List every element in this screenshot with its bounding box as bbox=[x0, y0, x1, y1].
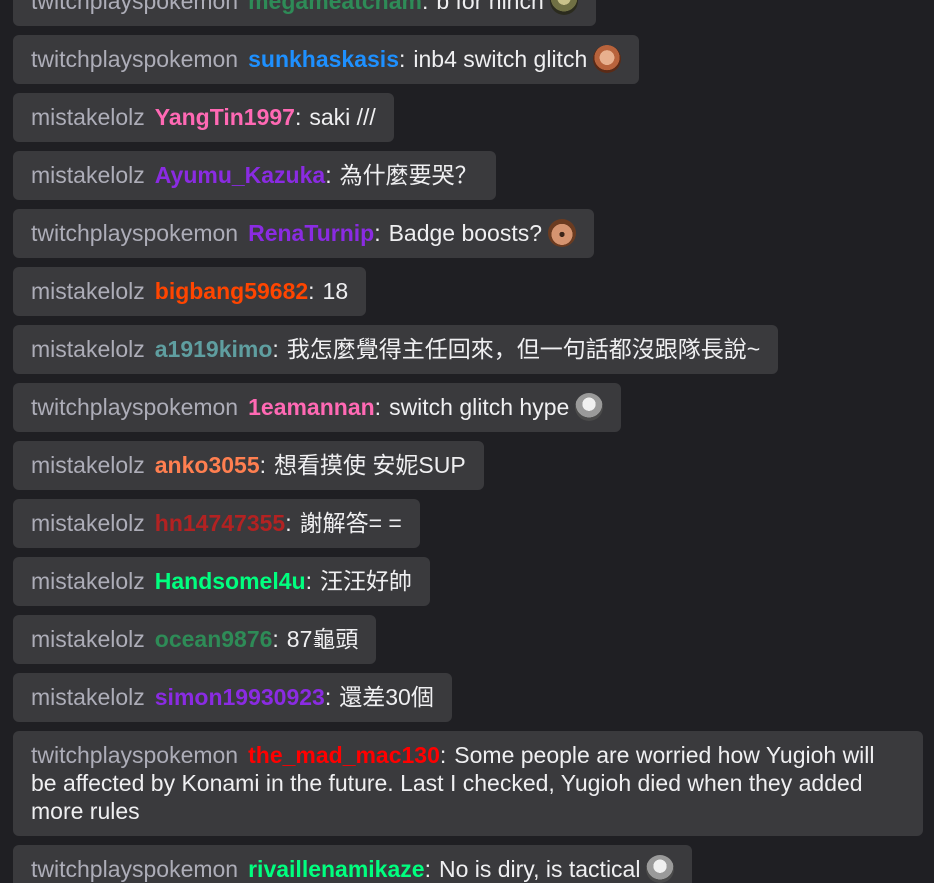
message-text: 87龜頭 bbox=[286, 626, 359, 652]
chat-log[interactable]: twitchplayspokemon megameatcham: b for hin… bbox=[0, 0, 934, 883]
chat-message: twitchplayspokemon 1eamannan: switch glitc… bbox=[13, 383, 622, 432]
username[interactable]: 1eamannan bbox=[248, 394, 375, 420]
channel-name[interactable]: mistakelolz bbox=[31, 568, 145, 594]
chat-message: twitchplayspokemon RenaTurnip: Badge boost… bbox=[13, 209, 595, 258]
username[interactable]: the_mad_mac130 bbox=[248, 742, 440, 768]
chat-message: twitchplayspokemon megameatcham: b for hin… bbox=[13, 0, 596, 26]
chat-message: mistakelolz simon19930923: 還差30個 bbox=[13, 673, 452, 722]
separator: : bbox=[421, 0, 429, 14]
channel-name[interactable]: mistakelolz bbox=[31, 452, 145, 478]
message-text: 還差30個 bbox=[339, 684, 434, 710]
message-text: 汪汪好帥 bbox=[319, 568, 412, 594]
channel-name[interactable]: mistakelolz bbox=[31, 104, 145, 130]
separator: : bbox=[374, 220, 381, 246]
chat-message: twitchplayspokemon the_mad_mac130: Some pe… bbox=[13, 731, 923, 836]
chat-message: mistakelolz ocean9876: 87龜頭 bbox=[13, 615, 377, 664]
channel-name[interactable]: mistakelolz bbox=[31, 278, 145, 304]
chat-message: twitchplayspokemon sunkhaskasis: inb4 swit… bbox=[13, 35, 640, 84]
separator: : bbox=[294, 104, 302, 130]
message-text: No is diry, is tactical bbox=[438, 856, 641, 882]
separator: : bbox=[439, 742, 447, 768]
message-text: b for hinch bbox=[436, 0, 544, 14]
chat-message: twitchplayspokemon rivaillenamikaze: No is… bbox=[13, 845, 693, 883]
separator: : bbox=[259, 452, 267, 478]
message-text: inb4 switch glitch bbox=[413, 46, 588, 72]
separator: : bbox=[398, 46, 406, 72]
channel-name[interactable]: twitchplayspokemon bbox=[31, 220, 238, 246]
username[interactable]: simon19930923 bbox=[155, 684, 325, 710]
username[interactable]: rivaillenamikaze bbox=[248, 856, 424, 882]
pogchamp-face-icon bbox=[548, 218, 577, 247]
message-list: twitchplayspokemon megameatcham: b for hin… bbox=[13, 0, 925, 883]
message-text: saki /// bbox=[309, 104, 376, 130]
message-text: Badge boosts? bbox=[388, 220, 543, 246]
separator: : bbox=[308, 278, 315, 304]
username[interactable]: bigbang59682 bbox=[155, 278, 308, 304]
channel-name[interactable]: twitchplayspokemon bbox=[31, 742, 238, 768]
separator: : bbox=[374, 394, 382, 420]
username[interactable]: sunkhaskasis bbox=[248, 46, 399, 72]
chat-message: mistakelolz bigbang59682: 18 bbox=[13, 267, 367, 316]
channel-name[interactable]: mistakelolz bbox=[31, 684, 145, 710]
separator: : bbox=[325, 162, 332, 188]
chat-message: mistakelolz hn14747355: 謝解答= = bbox=[13, 499, 420, 548]
message-text: 18 bbox=[322, 278, 349, 304]
channel-name[interactable]: twitchplayspokemon bbox=[31, 46, 238, 72]
message-text: 我怎麼覺得主任回來，但一句話都沒跟隊長說~ bbox=[286, 336, 761, 362]
channel-name[interactable]: mistakelolz bbox=[31, 336, 145, 362]
chat-message: mistakelolz YangTin1997: saki /// bbox=[13, 93, 394, 142]
message-text: 謝解答= = bbox=[299, 510, 402, 536]
channel-name[interactable]: mistakelolz bbox=[31, 510, 145, 536]
channel-name[interactable]: twitchplayspokemon bbox=[31, 856, 238, 882]
chat-message: mistakelolz anko3055: 想看摸使 安妮SUP bbox=[13, 441, 484, 490]
channel-name[interactable]: twitchplayspokemon bbox=[31, 0, 238, 14]
chat-message: mistakelolz Handsomel4u: 汪汪好帥 bbox=[13, 557, 430, 606]
separator: : bbox=[285, 510, 292, 536]
chat-message: mistakelolz a1919kimo: 我怎麼覺得主任回來，但一句話都沒跟隊長… bbox=[13, 325, 779, 374]
message-text: switch glitch hype bbox=[389, 394, 570, 420]
kappa-face-icon bbox=[575, 392, 604, 421]
rage-face-icon bbox=[549, 0, 578, 15]
chat-message: mistakelolz Ayumu_Kazuka: 為什麼要哭？ bbox=[13, 151, 496, 200]
username[interactable]: YangTin1997 bbox=[155, 104, 295, 130]
username[interactable]: anko3055 bbox=[155, 452, 260, 478]
separator: : bbox=[272, 336, 279, 362]
username[interactable]: megameatcham bbox=[248, 0, 422, 14]
kappa-face-icon bbox=[646, 854, 675, 883]
separator: : bbox=[272, 626, 279, 652]
kreygasm-face-icon bbox=[593, 44, 622, 73]
username[interactable]: Ayumu_Kazuka bbox=[155, 162, 325, 188]
channel-name[interactable]: mistakelolz bbox=[31, 162, 145, 188]
separator: : bbox=[324, 684, 332, 710]
channel-name[interactable]: mistakelolz bbox=[31, 626, 145, 652]
channel-name[interactable]: twitchplayspokemon bbox=[31, 394, 238, 420]
message-text: 為什麼要哭？ bbox=[339, 162, 478, 188]
username[interactable]: hn14747355 bbox=[155, 510, 285, 536]
username[interactable]: ocean9876 bbox=[155, 626, 273, 652]
username[interactable]: Handsomel4u bbox=[155, 568, 306, 594]
username[interactable]: RenaTurnip bbox=[248, 220, 374, 246]
username[interactable]: a1919kimo bbox=[155, 336, 273, 362]
separator: : bbox=[305, 568, 312, 594]
separator: : bbox=[424, 856, 431, 882]
message-text: 想看摸使 安妮SUP bbox=[274, 452, 466, 478]
